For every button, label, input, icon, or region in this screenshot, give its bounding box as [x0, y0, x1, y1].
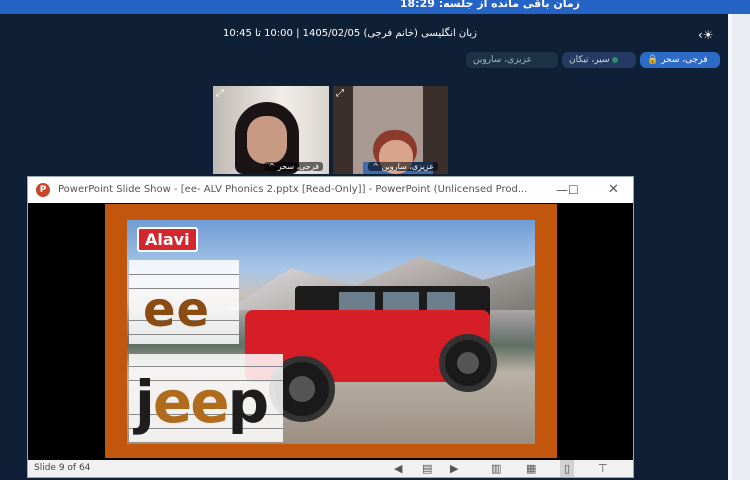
jeep-wheel: [439, 334, 497, 392]
participant-name: سیر، تیکان: [569, 55, 610, 65]
slideshow-icon[interactable]: ⊤: [598, 460, 608, 477]
slide-counter: Slide 9 of 64: [34, 463, 91, 473]
minimize-icon[interactable]: —: [556, 177, 568, 203]
brand-logo: Alavi: [137, 227, 198, 252]
side-panel: [732, 14, 750, 480]
next-slide-icon[interactable]: ▶: [450, 460, 458, 477]
reading-view-icon[interactable]: ▯: [560, 460, 575, 477]
video-label: ^ فرجی، سحر: [264, 162, 323, 171]
video-person-face: [247, 116, 287, 164]
powerpoint-logo-icon: P: [36, 183, 50, 197]
phonics-sound: ee: [143, 282, 211, 338]
powerpoint-titlebar: P PowerPoint Slide Show - [ee- ALV Phoni…: [28, 177, 633, 203]
maximize-icon[interactable]: ☐: [568, 177, 579, 203]
session-remaining-text: زمان باقی مانده از جلسه: 18:29: [399, 0, 580, 10]
session-timer-bar: زمان باقی مانده از جلسه: 18:29: [0, 0, 750, 14]
phonics-word: jeep: [135, 372, 269, 432]
jeep-window: [383, 292, 419, 312]
powerpoint-window[interactable]: P PowerPoint Slide Show - [ee- ALV Phoni…: [27, 176, 634, 478]
video-tile[interactable]: ⤢ ^ فرجی، سحر: [213, 86, 329, 174]
powerpoint-statusbar: Slide 9 of 64 ◀ ▤ ▶ ▥ ▦ ▯ ⊤: [28, 460, 633, 477]
participant-name: فرجی، سحر: [661, 55, 708, 65]
jeep-window: [427, 292, 455, 312]
word-sound-part: ee: [152, 368, 230, 436]
expand-icon[interactable]: ⤢: [336, 88, 344, 99]
notes-icon[interactable]: ▤: [422, 460, 432, 477]
participant-chip[interactable]: سیر، تیکان: [562, 52, 636, 68]
close-icon[interactable]: ✕: [608, 177, 619, 203]
video-label: ^ عزیزی، ساروین: [368, 162, 438, 171]
participant-chip[interactable]: عزیزی، ساروین: [466, 52, 558, 68]
video-tile[interactable]: ⤢ ^ عزیزی، ساروین: [333, 86, 448, 174]
status-dot-icon: [612, 56, 619, 63]
user-icon[interactable]: ‹☀: [698, 28, 714, 42]
word-prefix: j: [135, 368, 155, 436]
class-info-title: زبان انگلیسی (خانم فرجی) 1405/02/05 | 10…: [223, 28, 477, 39]
participant-name: عزیزی، ساروین: [473, 55, 532, 65]
word-suffix: p: [227, 368, 270, 436]
expand-icon[interactable]: ⤢: [216, 88, 224, 99]
normal-view-icon[interactable]: ▥: [491, 460, 501, 477]
slide-canvas: Alavi ee jeep: [105, 204, 557, 458]
powerpoint-title: PowerPoint Slide Show - [ee- ALV Phonics…: [58, 184, 528, 195]
jeep-window: [339, 292, 375, 312]
participant-chip[interactable]: 🔒 فرجی، سحر: [640, 52, 720, 68]
lock-icon: 🔒: [647, 55, 659, 65]
previous-slide-icon[interactable]: ◀: [394, 460, 402, 477]
slide-sorter-icon[interactable]: ▦: [526, 460, 536, 477]
